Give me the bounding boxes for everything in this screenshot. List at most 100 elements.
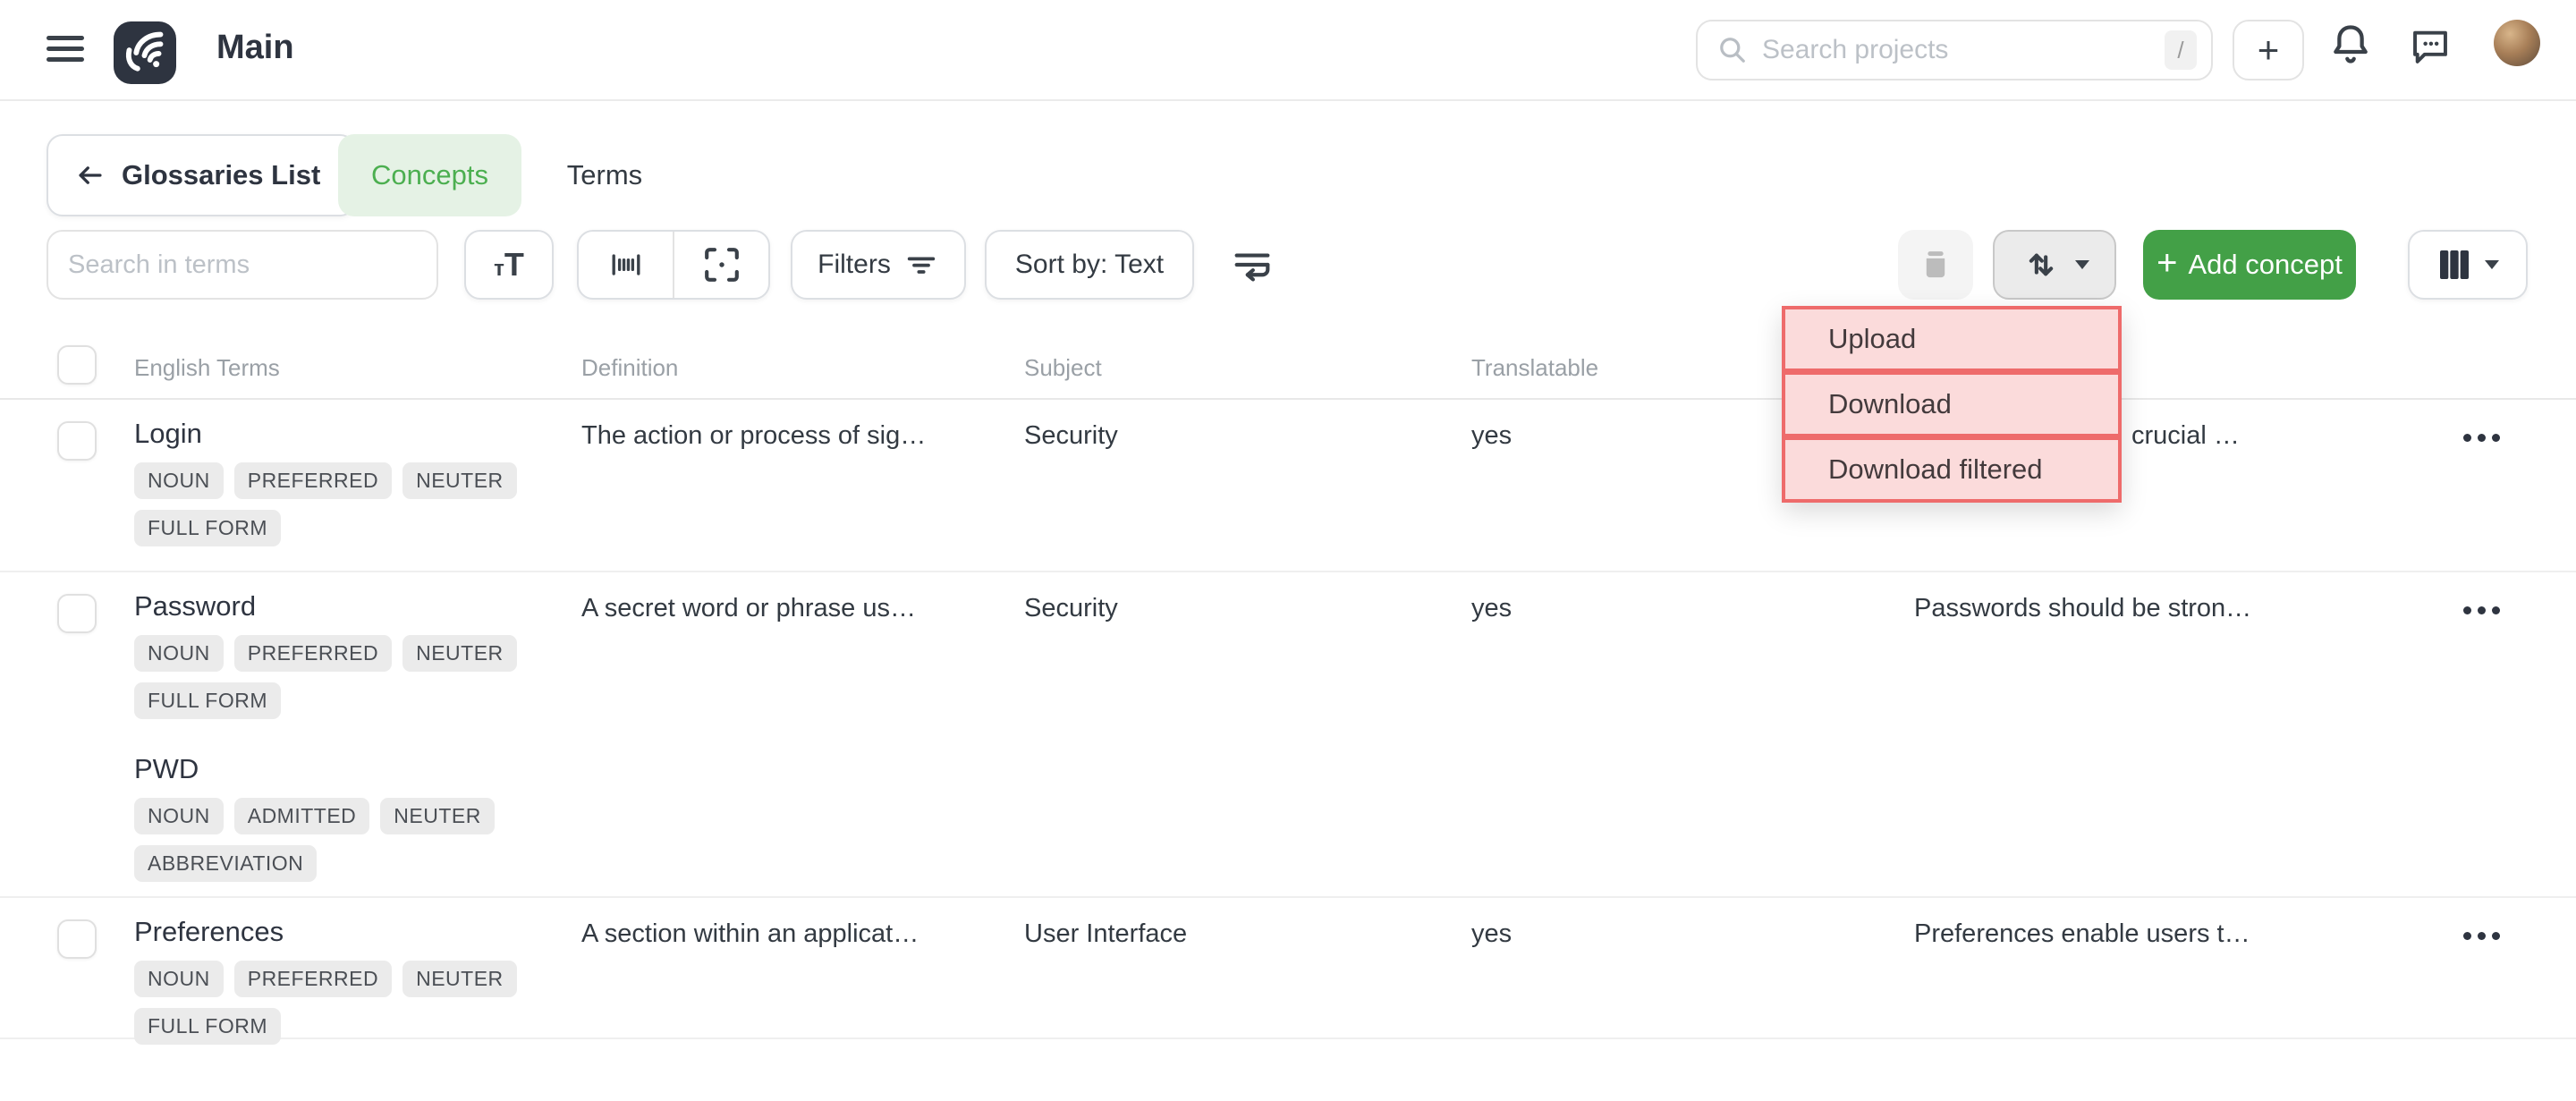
column-header-english-terms: English Terms [134,354,280,382]
import-export-dropdown-button[interactable] [1993,230,2116,300]
select-all-checkbox[interactable] [57,345,97,385]
term-block: PreferencesNOUNPREFERREDNEUTERFULL FORM [134,916,555,1045]
row-actions-ellipsis-button[interactable] [2453,589,2510,631]
search-shortcut-badge: / [2165,30,2197,70]
match-case-button[interactable]: тT [464,230,554,300]
search-terms-field[interactable] [47,230,438,300]
term-block: PWD NOUN ADMITTED NEUTER ABBREVIATION [134,753,555,882]
row-checkbox[interactable] [57,594,97,633]
messages-chat-icon[interactable] [2408,23,2453,68]
menu-item-download[interactable]: Download [1782,371,2122,437]
filter-icon [903,247,939,283]
cell-english-terms: PreferencesNOUNPREFERREDNEUTERFULL FORM [134,898,555,1045]
table-body: Login NOUN PREFERRED NEUTER FULL FORM The act… [0,400,2576,1039]
table-row: Login NOUN PREFERRED NEUTER FULL FORM The act… [0,400,2576,572]
cell-subject: Security [1024,400,1436,451]
term-tags: NOUN PREFERRED NEUTER FULL FORM [134,462,555,546]
term-tag-badge: NEUTER [402,961,517,997]
page-title: Main [216,29,294,67]
column-header-definition: Definition [581,354,678,382]
row-checkbox[interactable] [57,919,97,959]
match-whole-phrase-button[interactable] [579,232,673,298]
term-block: Login NOUN PREFERRED NEUTER FULL FORM [134,418,555,546]
cell-note: Passwords should be stron… [1914,572,2424,623]
wrap-lines-icon [1229,241,1275,288]
table-row: Password NOUN PREFERRED NEUTER FULL FORM PWD N… [0,572,2576,898]
column-header-translatable: Translatable [1471,354,1598,382]
term-tag-badge: PREFERRED [234,462,392,499]
app-header: Main / + [0,0,2576,101]
term-block: Password NOUN PREFERRED NEUTER FULL FORM [134,590,555,719]
term-tag-badge: NEUTER [402,635,517,672]
sort-by-button[interactable]: Sort by: Text [985,230,1194,300]
toggle-row-wrap-button[interactable] [1224,230,1281,300]
cell-subject: User Interface [1024,898,1436,949]
cell-definition: A secret word or phrase us… [581,572,993,623]
exact-match-button[interactable] [673,232,768,298]
term-tag-badge: PREFERRED [234,635,392,672]
row-checkbox[interactable] [57,421,97,461]
user-avatar[interactable] [2494,20,2540,66]
cell-translatable: yes [1471,572,1829,623]
menu-item-upload[interactable]: Upload [1782,306,2122,372]
search-terms-input[interactable] [68,250,417,280]
term-name: PWD [134,753,555,785]
columns-settings-button[interactable] [2408,230,2528,300]
cell-translatable: yes [1471,898,1829,949]
delete-button-disabled[interactable] [1898,230,1973,300]
tab-concepts[interactable]: Concepts [338,134,521,216]
term-name: Preferences [134,916,555,948]
match-case-icon: тT [494,249,524,281]
table-header: English Terms Definition Subject Transla… [0,340,2576,400]
term-tag-badge: NEUTER [402,462,517,499]
term-tag-badge: ABBREVIATION [134,845,317,882]
back-to-glossaries-button[interactable]: Glossaries List [47,134,356,216]
up-down-arrows-icon [2020,243,2063,286]
term-tag-badge: ADMITTED [234,798,370,834]
hamburger-menu-icon[interactable] [47,36,84,64]
cell-note: Preferences enable users t… [1914,898,2424,949]
search-mode-group [577,230,770,300]
plus-icon: + [2157,243,2177,284]
create-project-button[interactable]: + [2233,20,2304,80]
term-tags: NOUNPREFERREDNEUTERFULL FORM [134,961,555,1045]
notifications-bell-icon[interactable] [2327,20,2374,70]
term-tag-badge: NOUN [134,961,224,997]
term-tag-badge: NOUN [134,798,224,834]
term-tag-badge: NOUN [134,462,224,499]
table-row: PreferencesNOUNPREFERREDNEUTERFULL FORMA… [0,898,2576,1039]
term-tag-badge: FULL FORM [134,682,281,719]
export-menu: UploadDownloadDownload filtered [1782,306,2122,503]
add-concept-button[interactable]: + Add concept [2143,230,2356,300]
term-tag-badge: FULL FORM [134,1008,281,1045]
cell-definition: A section within an applicat… [581,898,993,949]
trash-icon [1916,245,1955,284]
cell-translatable: yes [1471,400,1829,451]
column-header-subject: Subject [1024,354,1102,382]
row-actions-ellipsis-button[interactable] [2453,416,2510,459]
term-tag-badge: FULL FORM [134,510,281,546]
columns-icon [2436,247,2472,283]
search-projects-field[interactable]: / [1696,20,2213,80]
term-tag-badge: NOUN [134,635,224,672]
back-arrow-icon [75,162,106,189]
term-name: Login [134,418,555,450]
cell-subject: Security [1024,572,1436,623]
row-actions-ellipsis-button[interactable] [2453,914,2510,957]
tab-terms[interactable]: Terms [551,134,658,216]
term-tags: NOUN PREFERRED NEUTER FULL FORM [134,635,555,719]
term-tags: NOUN ADMITTED NEUTER ABBREVIATION [134,798,555,882]
cell-english-terms: Password NOUN PREFERRED NEUTER FULL FORM PWD N… [134,572,555,882]
exact-match-icon [700,243,743,286]
term-name: Password [134,590,555,622]
term-tag-badge: NEUTER [380,798,495,834]
filters-button[interactable]: Filters [791,230,966,300]
chevron-down-icon [2075,260,2089,269]
search-projects-input[interactable] [1762,35,2165,65]
search-icon [1716,33,1750,67]
whole-phrase-icon [606,244,647,285]
menu-item-download-filtered[interactable]: Download filtered [1782,436,2122,503]
app-logo[interactable] [113,21,177,84]
cell-definition: The action or process of sig… [581,400,993,451]
chevron-down-icon [2485,260,2499,269]
